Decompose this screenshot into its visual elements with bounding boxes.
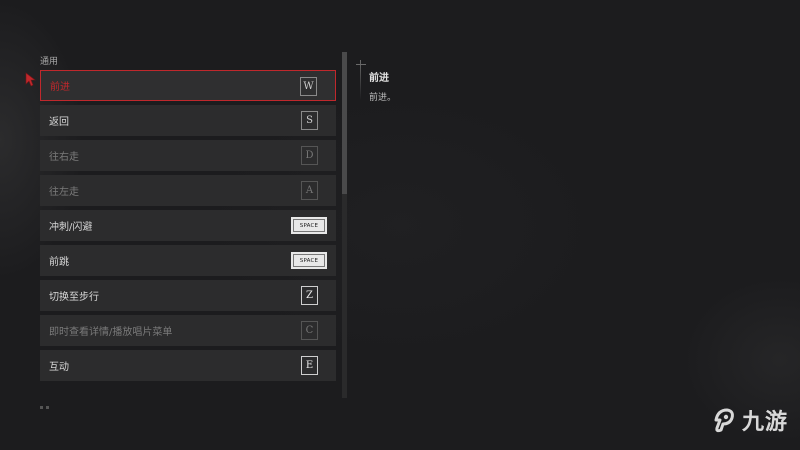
keybinding-action-label: 冲刺/闪避: [49, 222, 93, 233]
list-scrollbar[interactable]: [342, 52, 347, 398]
key-binding-button[interactable]: Z: [301, 286, 318, 305]
keybinding-row[interactable]: 即时查看详情/播放唱片菜单 C: [40, 315, 336, 346]
key-binding-button[interactable]: C: [301, 321, 318, 340]
keybinding-action-label: 往右走: [49, 152, 79, 163]
key-binding-button[interactable]: S: [301, 111, 318, 130]
watermark: 九游: [712, 405, 788, 435]
section-title: 通用: [40, 57, 59, 67]
key-binding-button[interactable]: E: [301, 356, 318, 375]
keybinding-row[interactable]: 互动 E: [40, 350, 336, 381]
detail-divider-tick: [356, 64, 366, 65]
detail-divider: [360, 60, 361, 100]
keybinding-action-label: 互动: [49, 362, 69, 373]
jiuyou-logo-icon: [714, 408, 734, 433]
detail-description: 前进。: [369, 93, 397, 103]
key-binding-button[interactable]: W: [300, 77, 317, 96]
detail-title: 前进: [369, 73, 389, 84]
keybinding-action-label: 返回: [49, 117, 69, 128]
scrollbar-thumb[interactable]: [342, 52, 347, 194]
watermark-text: 九游: [742, 410, 789, 435]
list-overflow-hint: [40, 394, 70, 409]
keybinding-action-label: 前进: [50, 82, 70, 93]
keybinding-row[interactable]: 往右走 D: [40, 140, 336, 171]
key-binding-button[interactable]: D: [301, 146, 318, 165]
keybinding-row[interactable]: 前进 W: [40, 70, 336, 101]
keybinding-list: 前进 W 返回 S 往右走 D 往左走 A 冲刺/闪避 SPACE 前跳 SPACE 切换至步行 Z 即时查…: [40, 70, 336, 398]
key-binding-button[interactable]: SPACE: [291, 217, 327, 234]
keybinding-action-label: 前跳: [49, 257, 69, 268]
keybinding-row[interactable]: 返回 S: [40, 105, 336, 136]
key-binding-button[interactable]: SPACE: [291, 252, 327, 269]
keybinding-row[interactable]: 冲刺/闪避 SPACE: [40, 210, 336, 241]
pointer-cursor-icon: [25, 72, 36, 87]
keybinding-action-label: 即时查看详情/播放唱片菜单: [49, 327, 173, 338]
keybinding-row[interactable]: 前跳 SPACE: [40, 245, 336, 276]
keybinding-row[interactable]: 切换至步行 Z: [40, 280, 336, 311]
keybinding-action-label: 切换至步行: [49, 292, 99, 303]
keybinding-action-label: 往左走: [49, 187, 79, 198]
keybinding-row[interactable]: 往左走 A: [40, 175, 336, 206]
key-binding-button[interactable]: A: [301, 181, 318, 200]
